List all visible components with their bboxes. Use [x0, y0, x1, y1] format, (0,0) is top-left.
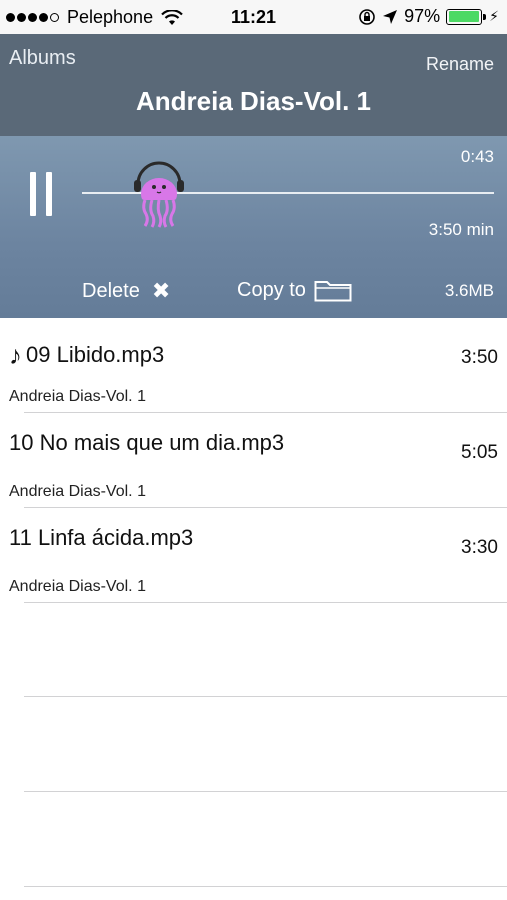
track-duration: 5:05	[461, 442, 498, 463]
track-title: 10 No mais que um dia.mp3	[9, 430, 285, 455]
track-album: Andreia Dias-Vol. 1	[9, 388, 146, 405]
jellyfish-headphones-icon[interactable]	[130, 160, 188, 228]
copy-label: Copy to	[237, 278, 306, 301]
empty-row-divider	[24, 791, 507, 792]
total-duration: 3:50 min	[428, 220, 494, 239]
track-album: Andreia Dias-Vol. 1	[9, 578, 146, 595]
charging-bolt-icon: ⚡	[489, 8, 499, 24]
track-row[interactable]: 10 No mais que um dia.mp3 5:05 Andreia D…	[0, 413, 507, 508]
track-title: 11 Linfa ácida.mp3	[9, 525, 194, 550]
player-actions: Delete ✖ Copy to 3.6MB	[0, 278, 507, 308]
track-duration: 3:50	[461, 347, 498, 368]
pause-bar	[46, 172, 52, 216]
folder-icon	[314, 281, 352, 302]
track-row[interactable]: ♪ 09 Libido.mp3 3:50 Andreia Dias-Vol. 1	[0, 318, 507, 413]
album-header: Albums Rename Andreia Dias-Vol. 1	[0, 34, 507, 136]
empty-row-divider	[24, 696, 507, 697]
rename-button[interactable]: Rename	[426, 54, 494, 75]
page-title: Andreia Dias-Vol. 1	[135, 86, 372, 116]
pause-bar	[30, 172, 36, 216]
copy-to-button[interactable]: Copy to	[237, 278, 352, 302]
albums-back-button[interactable]: Albums	[9, 47, 76, 70]
empty-row-divider	[24, 886, 507, 887]
track-album: Andreia Dias-Vol. 1	[9, 483, 146, 500]
battery-percent: 97%	[404, 6, 441, 26]
track-row[interactable]: 11 Linfa ácida.mp3 3:30 Andreia Dias-Vol…	[0, 508, 507, 603]
elapsed-time: 0:43	[460, 147, 494, 166]
music-note-icon: ♪	[9, 340, 22, 370]
pause-icon[interactable]	[30, 172, 54, 216]
track-name: ♪ 09 Libido.mp3	[9, 342, 164, 368]
battery-level	[448, 11, 479, 22]
track-duration: 3:30	[461, 537, 498, 558]
row-divider	[24, 602, 507, 603]
delete-button[interactable]: Delete ✖	[82, 278, 170, 304]
status-right: 97% ⚡	[358, 6, 499, 27]
track-title: 09 Libido.mp3	[26, 342, 165, 367]
delete-label: Delete	[82, 279, 140, 302]
close-icon: ✖	[151, 278, 171, 303]
file-size: 3.6MB	[444, 281, 494, 300]
track-name: 10 No mais que um dia.mp3	[9, 430, 284, 456]
player-panel: 0:43 3:50 min Delete ✖ Copy to 3.6MB	[0, 136, 507, 318]
orientation-lock-icon	[359, 8, 375, 25]
track-list: ♪ 09 Libido.mp3 3:50 Andreia Dias-Vol. 1…	[0, 318, 507, 900]
status-bar: Pelephone 11:21 97% ⚡	[0, 0, 507, 34]
battery-icon	[446, 8, 487, 25]
battery-tip	[483, 13, 487, 20]
location-arrow-icon	[383, 9, 398, 24]
track-name: 11 Linfa ácida.mp3	[9, 525, 193, 551]
